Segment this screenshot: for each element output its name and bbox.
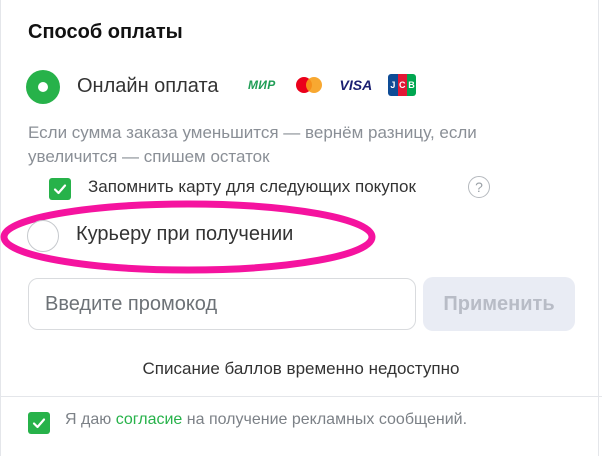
consent-link[interactable]: согласие	[116, 411, 183, 428]
consent-prefix: Я даю	[65, 411, 116, 428]
payment-logos: МИР VISA J C B	[248, 74, 417, 96]
ad-consent-text: Я даю согласие на получение рекламных со…	[65, 411, 467, 429]
section-divider	[0, 396, 602, 397]
mastercard-logo	[294, 75, 324, 95]
online-payment-radio[interactable]	[26, 70, 60, 104]
courier-payment-label[interactable]: Курьеру при получении	[76, 223, 293, 246]
remember-card-label[interactable]: Запомнить карту для следующих покупок	[88, 177, 416, 197]
promo-code-input[interactable]	[28, 278, 416, 330]
visa-logo: VISA	[339, 77, 373, 93]
checkmark-icon	[32, 418, 46, 429]
panel-border-right	[598, 0, 599, 456]
ad-consent-checkbox[interactable]	[28, 412, 50, 434]
points-unavailable-note: Списание баллов временно недоступно	[0, 359, 602, 379]
payment-panel: Способ оплаты Онлайн оплата МИР VISA J C…	[0, 0, 602, 456]
mir-logo: МИР	[248, 78, 276, 92]
points-note-text: Списание баллов временно недоступно	[142, 359, 460, 378]
apply-promo-button[interactable]: Применить	[423, 277, 575, 331]
jcb-logo: J C B	[388, 74, 417, 96]
remember-card-checkbox[interactable]	[49, 178, 71, 200]
radio-selected-icon	[38, 82, 48, 92]
question-circle-icon[interactable]: ?	[468, 176, 490, 198]
payment-info-text: Если сумма заказа уменьшится — вернём ра…	[28, 123, 477, 166]
online-payment-label[interactable]: Онлайн оплата	[77, 75, 219, 98]
consent-suffix: на получение рекламных сообщений.	[182, 411, 468, 428]
payment-method-title: Способ оплаты	[28, 21, 183, 43]
courier-payment-radio[interactable]	[27, 220, 59, 252]
checkmark-icon	[53, 184, 67, 195]
